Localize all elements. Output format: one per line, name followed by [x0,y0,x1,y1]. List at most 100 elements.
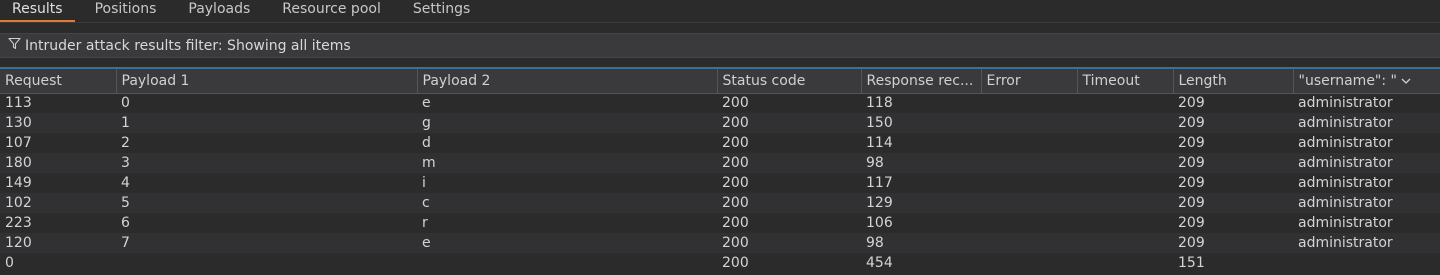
column-header-payload-1[interactable]: Payload 1 [116,69,418,94]
cell-response-received: 118 [861,93,981,113]
cell-status-code: 200 [717,213,861,233]
cell-timeout [1077,173,1173,193]
cell-payload-2: g [417,113,717,133]
tab-settings[interactable]: Settings [401,0,482,22]
cell-username: administrator [1293,153,1440,173]
cell-payload-1: 7 [116,233,417,253]
cell-error [981,93,1077,113]
cell-payload-2: r [417,213,717,233]
cell-payload-1: 6 [116,213,417,233]
cell-error [981,213,1077,233]
cell-username: administrator [1293,93,1440,113]
cell-request: 149 [0,173,116,193]
chevron-down-icon [1401,73,1411,89]
tab-positions[interactable]: Positions [83,0,169,22]
column-header-username-label: "username": " [1298,72,1397,89]
cell-status-code: 200 [717,153,861,173]
tab-results[interactable]: Results [0,0,75,22]
cell-payload-2: d [417,133,717,153]
results-table: Request Payload 1 Payload 2 Status code … [0,69,1440,273]
table-row[interactable]: 120 7 e 200 98 209 administrator [0,233,1440,253]
column-header-request[interactable]: Request [0,69,117,94]
results-filter-bar[interactable]: Intruder attack results filter: Showing … [0,33,1440,58]
cell-length: 151 [1173,253,1293,273]
cell-timeout [1077,113,1173,133]
cell-error [981,133,1077,153]
cell-username: administrator [1293,113,1440,133]
cell-response-received: 117 [861,173,981,193]
cell-payload-1: 3 [116,153,417,173]
cell-error [981,153,1077,173]
cell-timeout [1077,93,1173,113]
column-header-length[interactable]: Length [1173,69,1294,94]
cell-request: 130 [0,113,116,133]
cell-payload-2: e [417,233,717,253]
filter-gap [0,23,1440,33]
table-row[interactable]: 223 6 r 200 106 209 administrator [0,213,1440,233]
column-header-timeout[interactable]: Timeout [1077,69,1174,94]
column-header-response-received[interactable]: Response rec... [861,69,982,94]
table-row[interactable]: 113 0 e 200 118 209 administrator [0,93,1440,113]
cell-error [981,233,1077,253]
cell-timeout [1077,153,1173,173]
tab-resource-pool[interactable]: Resource pool [270,0,393,22]
cell-request: 113 [0,93,116,113]
cell-length: 209 [1173,233,1293,253]
cell-length: 209 [1173,193,1293,213]
spacer [0,58,1440,67]
cell-status-code: 200 [717,193,861,213]
cell-error [981,253,1077,273]
cell-payload-1: 4 [116,173,417,193]
cell-length: 209 [1173,93,1293,113]
column-header-error[interactable]: Error [981,69,1078,94]
column-header-username[interactable]: "username": " [1293,69,1440,94]
cell-length: 209 [1173,133,1293,153]
table-row[interactable]: 149 4 i 200 117 209 administrator [0,173,1440,193]
tab-bar: Results Positions Payloads Resource pool… [0,0,1440,23]
cell-username: administrator [1293,213,1440,233]
cell-response-received: 98 [861,153,981,173]
cell-request: 102 [0,193,116,213]
cell-username: administrator [1293,133,1440,153]
cell-timeout [1077,133,1173,153]
cell-status-code: 200 [717,233,861,253]
cell-payload-2: i [417,173,717,193]
cell-response-received: 454 [861,253,981,273]
cell-timeout [1077,233,1173,253]
cell-payload-1: 1 [116,113,417,133]
cell-username: administrator [1293,193,1440,213]
cell-status-code: 200 [717,173,861,193]
cell-response-received: 114 [861,133,981,153]
cell-status-code: 200 [717,253,861,273]
cell-payload-1: 2 [116,133,417,153]
cell-timeout [1077,253,1173,273]
cell-response-received: 98 [861,233,981,253]
table-row[interactable]: 180 3 m 200 98 209 administrator [0,153,1440,173]
cell-payload-2 [417,253,717,273]
cell-username: administrator [1293,233,1440,253]
cell-status-code: 200 [717,113,861,133]
table-row[interactable]: 0 200 454 151 [0,253,1440,273]
cell-timeout [1077,213,1173,233]
cell-status-code: 200 [717,133,861,153]
cell-length: 209 [1173,213,1293,233]
table-row[interactable]: 130 1 g 200 150 209 administrator [0,113,1440,133]
table-body: 113 0 e 200 118 209 administrator 130 1 g 200 150 20… [0,93,1440,273]
cell-payload-2: c [417,193,717,213]
cell-request: 0 [0,253,116,273]
cell-error [981,113,1077,133]
tab-payloads[interactable]: Payloads [176,0,262,22]
table-row[interactable]: 107 2 d 200 114 209 administrator [0,133,1440,153]
cell-length: 209 [1173,153,1293,173]
cell-error [981,173,1077,193]
cell-request: 223 [0,213,116,233]
cell-payload-2: e [417,93,717,113]
column-header-payload-2[interactable]: Payload 2 [417,69,718,94]
cell-request: 107 [0,133,116,153]
table-row[interactable]: 102 5 c 200 129 209 administrator [0,193,1440,213]
filter-text: Intruder attack results filter: Showing … [25,37,351,54]
cell-request: 120 [0,233,116,253]
column-header-status-code[interactable]: Status code [717,69,862,94]
cell-timeout [1077,193,1173,213]
cell-username: administrator [1293,173,1440,193]
